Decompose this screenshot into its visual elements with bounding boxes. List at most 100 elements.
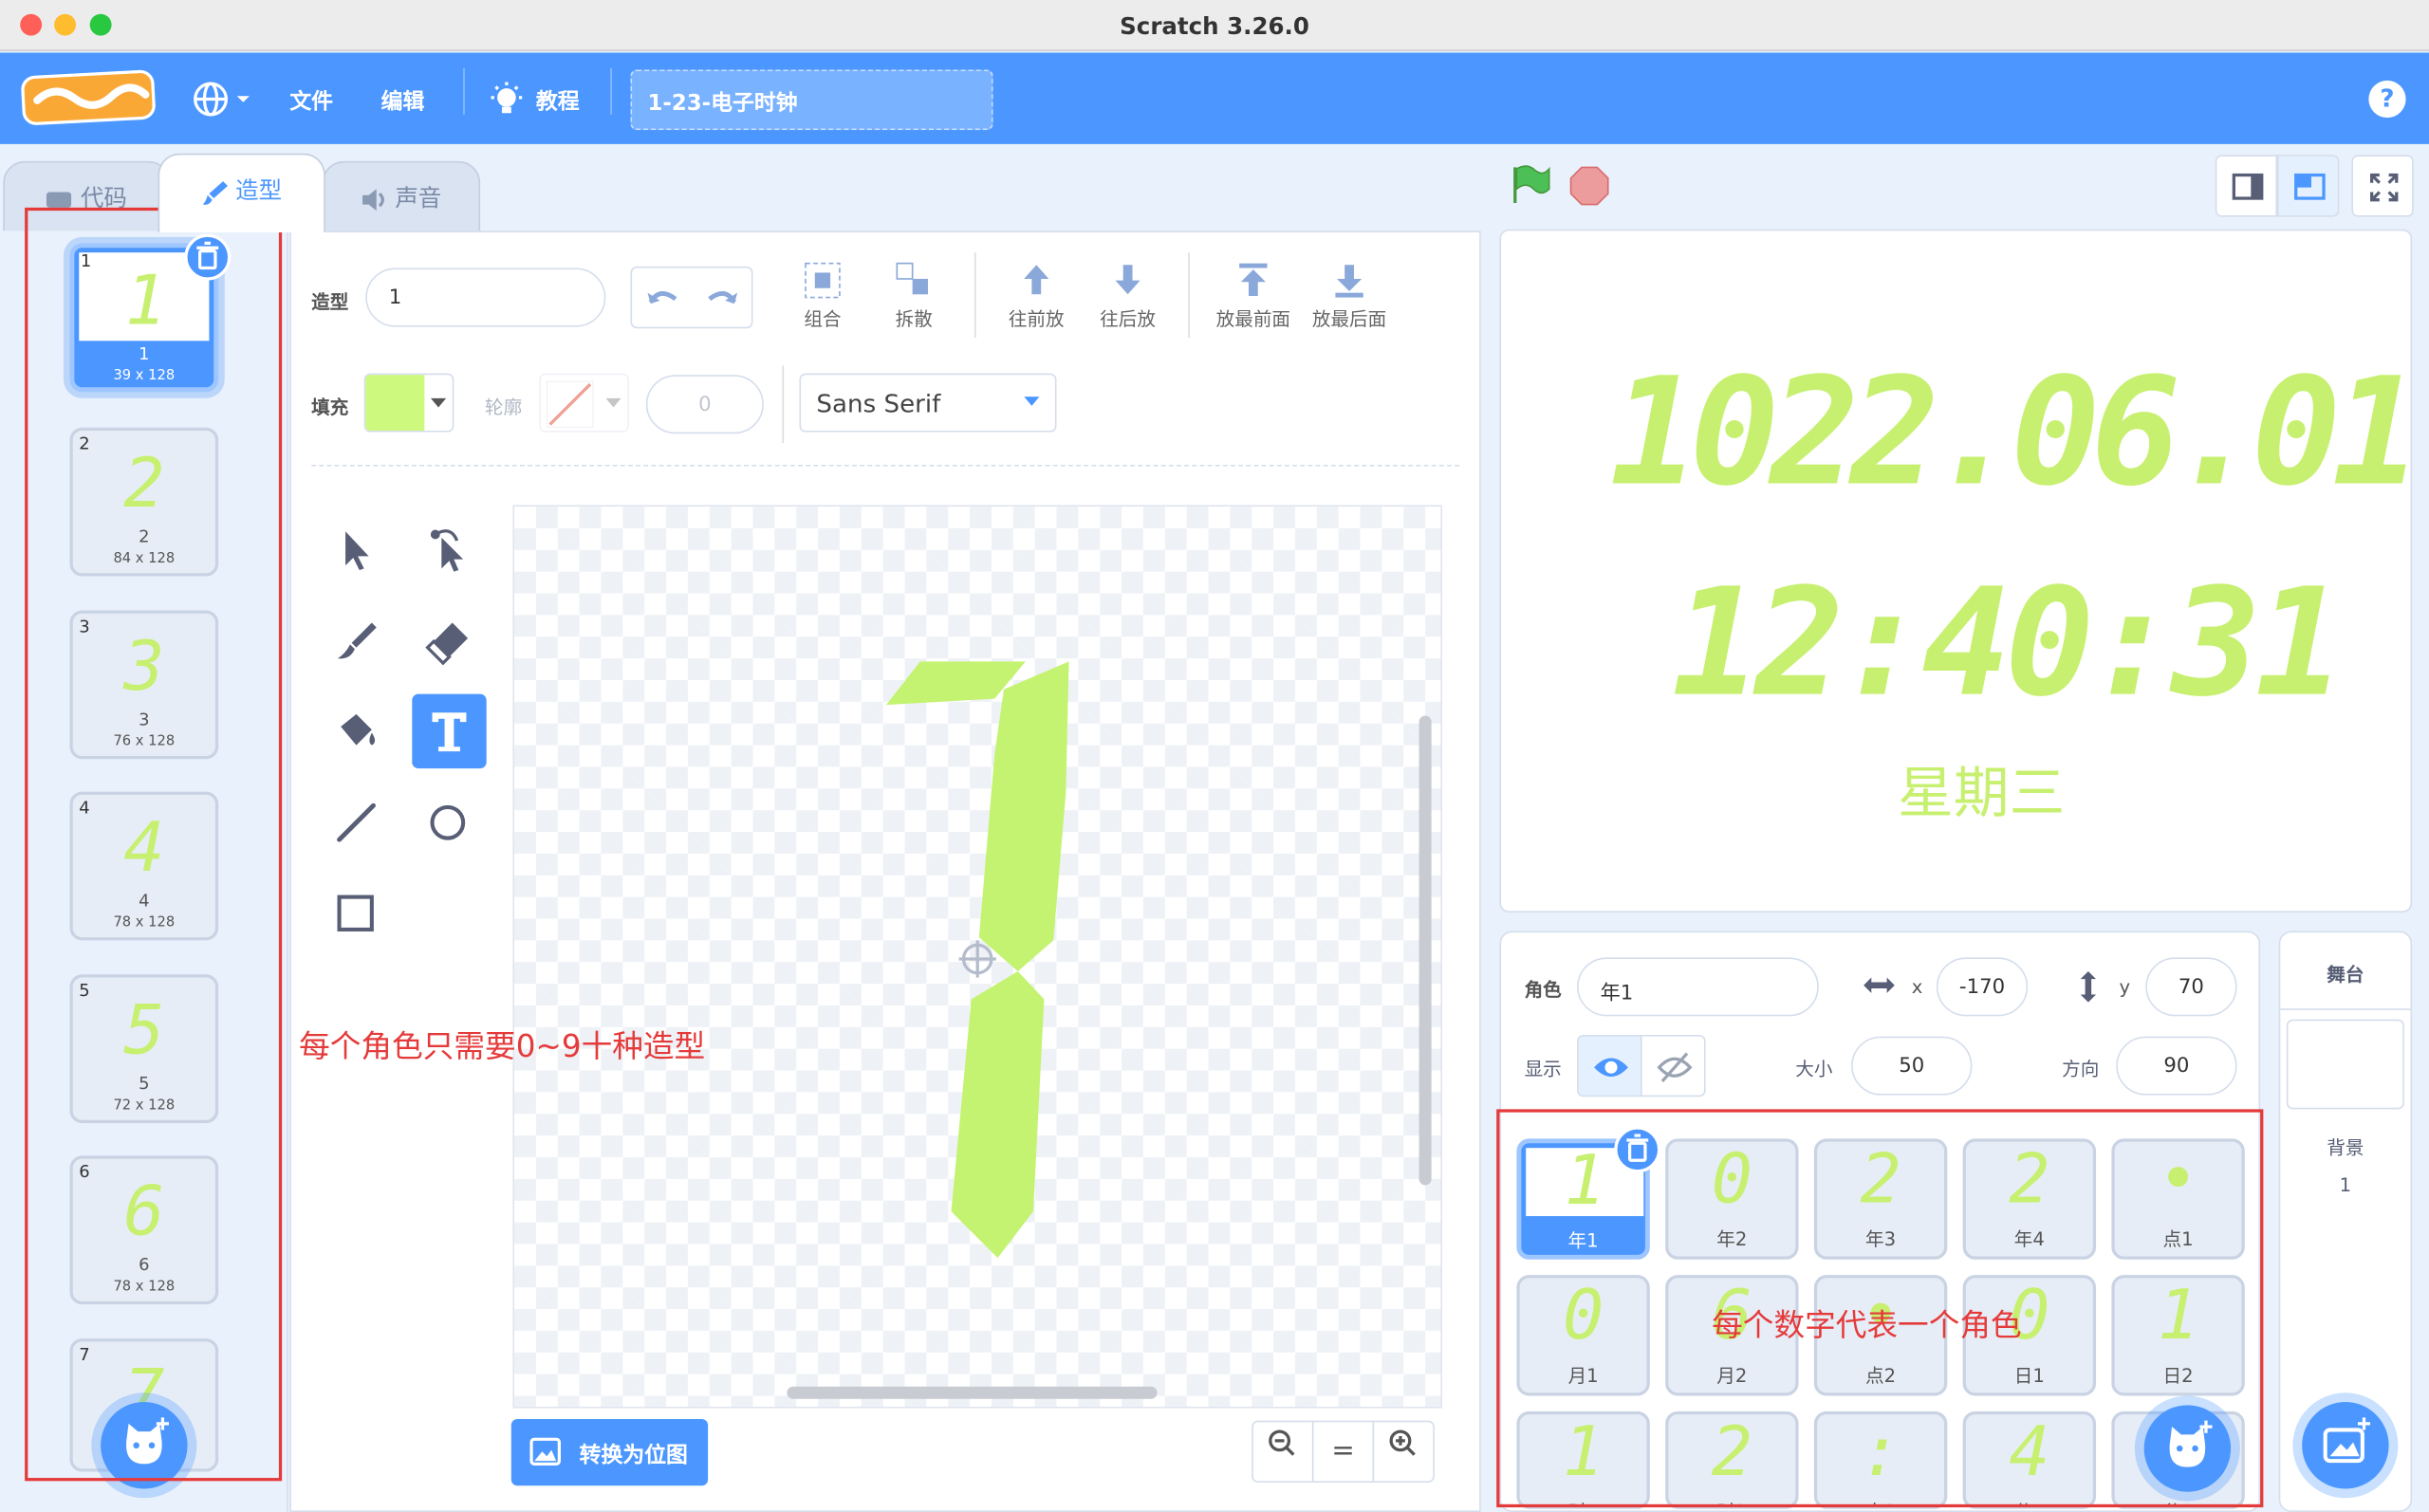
costume-name-label: 造型 — [311, 291, 349, 313]
brush-tool[interactable] — [319, 604, 393, 678]
zoom-out-icon — [1269, 1429, 1295, 1456]
undo-redo-group — [630, 266, 753, 329]
arrow-down-icon — [1115, 265, 1140, 295]
tab-sounds-label: 声音 — [395, 184, 442, 212]
large-stage-button[interactable] — [2277, 155, 2340, 217]
eye-icon — [1594, 1058, 1628, 1078]
scratch-logo[interactable] — [20, 69, 157, 126]
window-title: Scratch 3.26.0 — [1120, 12, 1309, 41]
ungroup-label: 拆散 — [895, 308, 933, 330]
y-label: y — [2119, 975, 2131, 998]
paint-canvas[interactable] — [512, 505, 1444, 1410]
costume-name-input[interactable]: 1 — [365, 267, 606, 327]
forward-label: 往前放 — [1008, 308, 1065, 330]
costumes-annotation: 每个角色只需要0~9十种造型 — [299, 1026, 706, 1065]
sprite-label: 角色 — [1524, 979, 1562, 1002]
fill-tool[interactable] — [319, 695, 393, 769]
choose-backdrop-button[interactable] — [2302, 1402, 2389, 1489]
arrow-cursor-icon — [345, 531, 369, 571]
costume-list-highlight — [25, 207, 283, 1482]
outline-color-picker[interactable] — [539, 373, 629, 433]
language-menu[interactable] — [192, 79, 253, 119]
ungroup-button[interactable]: 拆散 — [869, 260, 959, 331]
arrow-top-icon — [1239, 263, 1268, 296]
show-label: 显示 — [1524, 1058, 1562, 1080]
horizontal-scrollbar[interactable] — [787, 1386, 1158, 1399]
forward-button[interactable]: 往前放 — [992, 260, 1082, 331]
fullscreen-button[interactable] — [2351, 155, 2414, 217]
stage-weekday: 星期三 — [1898, 762, 2066, 826]
front-button[interactable]: 放最前面 — [1209, 260, 1299, 331]
arrow-bottom-icon — [1335, 265, 1363, 298]
brush-icon — [201, 177, 229, 205]
stage-thumbnail — [2286, 1019, 2404, 1110]
costume-digit-one[interactable] — [514, 507, 1444, 1410]
stage[interactable]: 1022.06.01 12:40:31 星期三 — [1499, 229, 2421, 913]
show-sprite-button[interactable] — [1577, 1034, 1642, 1097]
tutorials-label: 教程 — [535, 89, 580, 115]
stop-icon[interactable] — [1569, 166, 1609, 206]
undo-icon[interactable] — [644, 284, 681, 315]
stage-date: 1022.06.01 — [1609, 345, 2420, 520]
back-button[interactable]: 放最后面 — [1305, 260, 1395, 331]
reshape-tool[interactable] — [411, 513, 485, 587]
sprite-name-input[interactable]: 年1 — [1577, 957, 1819, 1017]
y-input[interactable]: 70 — [2145, 957, 2237, 1017]
font-select[interactable]: Sans Serif — [799, 373, 1057, 433]
rectangle-tool[interactable] — [319, 878, 393, 952]
x-input[interactable]: -170 — [1936, 957, 2029, 1017]
zoom-reset-button[interactable]: = — [1311, 1420, 1375, 1483]
edit-menu[interactable]: 编辑 — [381, 85, 425, 117]
chevron-down-icon — [430, 397, 447, 408]
zoom-out-button[interactable] — [1252, 1420, 1314, 1483]
stage-panel-title: 舞台 — [2280, 932, 2411, 1010]
direction-input[interactable]: 90 — [2116, 1036, 2237, 1096]
size-input[interactable]: 50 — [1851, 1036, 1973, 1096]
chevron-down-icon — [605, 397, 621, 408]
code-icon — [46, 191, 72, 208]
eraser-tool[interactable] — [411, 604, 485, 678]
toolbar-divider — [311, 464, 1460, 467]
add-backdrop-icon — [2323, 1417, 2371, 1464]
redo-icon[interactable] — [703, 284, 740, 315]
sprite-list-highlight — [1496, 1109, 2264, 1508]
arrow-up-icon — [1024, 265, 1049, 295]
horizontal-arrows-icon — [1863, 977, 1895, 993]
line-tool[interactable] — [319, 787, 393, 861]
tab-costumes[interactable]: 造型 — [158, 153, 325, 232]
no-color-icon — [547, 380, 594, 428]
reshape-icon — [430, 529, 464, 572]
fill-color-picker[interactable] — [363, 373, 454, 433]
help-button[interactable]: ? — [2368, 80, 2406, 119]
text-tool[interactable] — [412, 693, 487, 769]
file-menu[interactable]: 文件 — [289, 85, 333, 117]
speaker-icon — [361, 188, 388, 211]
outline-width-input[interactable]: 0 — [645, 375, 764, 434]
hide-sprite-button[interactable] — [1641, 1034, 1706, 1097]
chevron-down-icon — [1024, 396, 1040, 406]
small-stage-button[interactable] — [2215, 155, 2278, 217]
project-title-input[interactable]: 1-23-电子时钟 — [630, 69, 993, 131]
direction-label: 方向 — [2062, 1058, 2100, 1080]
image-icon — [529, 1437, 562, 1466]
front-label: 放最前面 — [1215, 308, 1291, 330]
group-button[interactable]: 组合 — [778, 260, 868, 331]
group-label: 组合 — [804, 308, 842, 330]
zoom-in-button[interactable] — [1372, 1420, 1435, 1483]
group-icon — [805, 262, 841, 299]
backward-button[interactable]: 往后放 — [1083, 260, 1173, 331]
green-flag-icon[interactable] — [1509, 162, 1552, 206]
circle-tool[interactable] — [411, 787, 485, 861]
backward-label: 往后放 — [1100, 308, 1156, 330]
tab-sounds[interactable]: 声音 — [322, 160, 481, 232]
backdrops-count: 1 — [2339, 1173, 2352, 1196]
stage-time: 12:40:31 — [1671, 556, 2345, 730]
select-tool[interactable] — [319, 513, 393, 587]
fill-swatch — [365, 375, 425, 432]
eraser-icon — [425, 622, 469, 666]
divider — [1188, 252, 1190, 339]
large-stage-icon — [2294, 173, 2326, 200]
menu-bar: 文件 编辑 教程 1-23-电子时钟 ? — [0, 52, 2429, 144]
convert-to-bitmap-button[interactable]: 转换为位图 — [510, 1419, 709, 1486]
vertical-scrollbar[interactable] — [1418, 715, 1432, 1186]
